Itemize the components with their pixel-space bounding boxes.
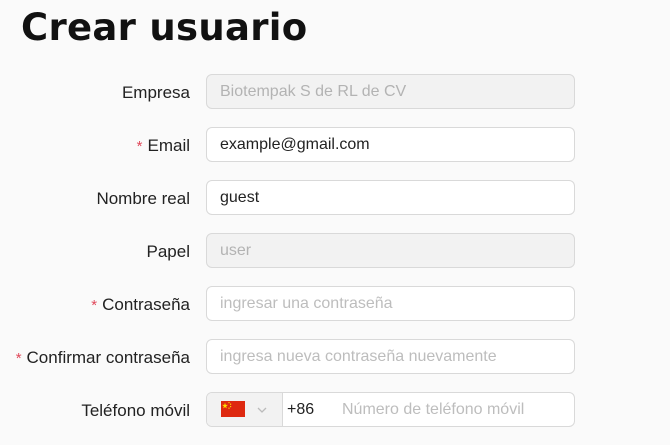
- empresa-label: Empresa: [122, 74, 190, 112]
- email-label-text: Email: [147, 136, 190, 155]
- form-row-empresa: Empresa Biotempak S de RL de CV: [0, 74, 670, 112]
- china-flag-icon: [221, 401, 245, 417]
- page-title: Crear usuario: [21, 6, 308, 49]
- confirm-password-field[interactable]: ingresa nueva contraseña nuevamente: [206, 339, 575, 374]
- required-marker: *: [136, 138, 143, 155]
- phone-number-field[interactable]: Número de teléfono móvil: [342, 393, 524, 426]
- password-field[interactable]: ingresar una contraseña: [206, 286, 575, 321]
- phone-input-group: +86 Número de teléfono móvil: [206, 392, 575, 427]
- empresa-label-text: Empresa: [121, 83, 190, 102]
- email-field[interactable]: example@gmail.com: [206, 127, 575, 162]
- form-row-confirmar: * Confirmar contraseña ingresa nueva cont…: [0, 339, 670, 377]
- required-marker: *: [91, 297, 98, 314]
- papel-label-text: Papel: [146, 242, 190, 261]
- required-marker: *: [15, 350, 22, 367]
- contrasena-label-text: Contraseña: [102, 295, 190, 314]
- empresa-field: Biotempak S de RL de CV: [206, 74, 575, 109]
- form-row-nombre-real: Nombre real guest: [0, 180, 670, 218]
- form-row-email: * Email example@gmail.com: [0, 127, 670, 165]
- email-label: * Email: [137, 127, 190, 165]
- nombre-real-label-text: Nombre real: [96, 189, 190, 208]
- country-code-select[interactable]: [207, 393, 283, 426]
- contrasena-label: * Contraseña: [91, 286, 190, 324]
- nombre-real-field[interactable]: guest: [206, 180, 575, 215]
- phone-prefix: +86: [287, 401, 315, 418]
- papel-field: user: [206, 233, 575, 268]
- papel-label: Papel: [147, 233, 190, 271]
- telefono-label: Teléfono móvil: [81, 392, 190, 430]
- nombre-real-label: Nombre real: [96, 180, 190, 218]
- chevron-down-icon: [257, 407, 267, 413]
- telefono-label-text: Teléfono móvil: [81, 401, 190, 420]
- confirmar-label-text: Confirmar contraseña: [26, 348, 190, 367]
- form-row-papel: Papel user: [0, 233, 670, 271]
- confirmar-label: * Confirmar contraseña: [16, 339, 190, 377]
- form-row-telefono: Teléfono móvil +86 Número de teléfono mó…: [0, 392, 670, 430]
- form-row-contrasena: * Contraseña ingresar una contraseña: [0, 286, 670, 324]
